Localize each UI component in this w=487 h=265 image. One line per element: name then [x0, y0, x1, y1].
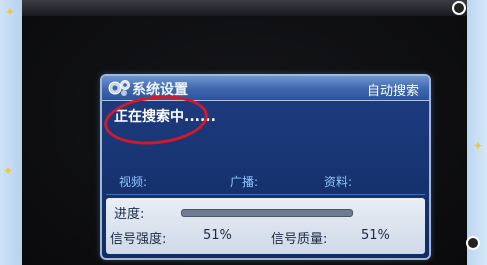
- search-mode-label: 自动搜索: [366, 84, 419, 99]
- wall-sparkle-icon: ✦: [472, 139, 483, 153]
- channel-info-row: 视频: 广播: 资料:: [102, 173, 429, 191]
- signal-row: 信号强度: 51% 信号质量: 51%: [106, 228, 425, 248]
- signal-strength-label: 信号强度:: [110, 232, 167, 247]
- tv-bezel-top: [22, 0, 467, 16]
- signal-strength-value: 51%: [203, 228, 232, 243]
- background-wall-right: [467, 0, 487, 265]
- progress-section: 进度: 信号强度: 51% 信号质量: 51%: [106, 198, 425, 254]
- wall-sparkle-icon: ✦: [5, 5, 16, 19]
- progress-label: 进度:: [114, 207, 145, 222]
- signal-quality-value: 51%: [361, 228, 390, 243]
- satellite-gear-icon: [108, 80, 130, 96]
- signal-quality-label: 信号质量:: [271, 232, 328, 247]
- pointer-dot-icon: [452, 1, 466, 15]
- background-wall-left: [0, 0, 22, 265]
- progress-bar: [181, 209, 353, 217]
- pointer-dot-icon: [466, 236, 480, 250]
- wall-sparkle-icon: ✦: [3, 164, 14, 178]
- video-count-label: 视频:: [119, 175, 148, 189]
- divider: [106, 194, 425, 195]
- data-count-label: 资料:: [324, 175, 353, 189]
- broadcast-count-label: 广播:: [230, 175, 259, 189]
